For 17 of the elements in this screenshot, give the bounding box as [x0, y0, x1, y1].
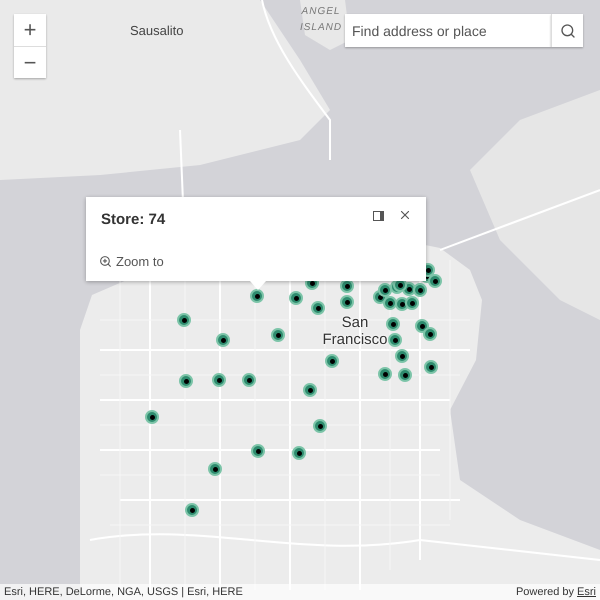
zoom-in-button[interactable]: + [14, 14, 46, 46]
search-button[interactable] [551, 14, 583, 47]
zoom-to-link[interactable]: Zoom to [99, 252, 164, 272]
map-label: Sausalito [130, 22, 184, 40]
zoom-in-icon [99, 255, 112, 268]
search-icon [560, 22, 576, 38]
attribution-text: Esri, HERE, DeLorme, NGA, USGS | Esri, HERE [4, 584, 243, 600]
dock-button[interactable] [371, 209, 385, 223]
popup-title: Store: 74 [101, 210, 166, 230]
dock-icon [372, 211, 384, 221]
map-label: ANGEL ISLAND [298, 5, 344, 35]
close-icon [398, 208, 412, 222]
search-field[interactable]: Find address or place [345, 14, 551, 47]
zoom-out-button[interactable]: − [14, 46, 46, 78]
map-label: San Francisco [322, 314, 388, 348]
powered-by-text: Powered by [516, 584, 574, 600]
esri-link[interactable]: Esri [577, 584, 596, 600]
